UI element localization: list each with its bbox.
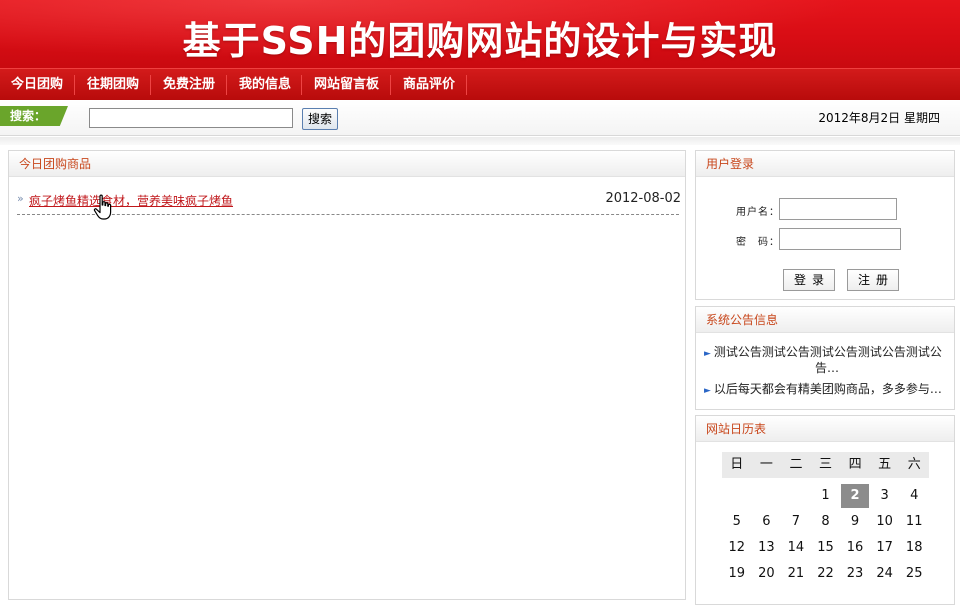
weekday-fri: 五 — [878, 457, 892, 472]
calendar-day[interactable]: 5 — [722, 510, 752, 534]
weekday-tue: 二 — [789, 457, 803, 472]
search-bar: 搜索： 搜索 2012年8月2日 星期四 — [0, 100, 960, 136]
nav-today-groupbuy[interactable]: 今日团购 — [11, 69, 63, 101]
nav-past-groupbuy[interactable]: 往期团购 — [87, 69, 139, 101]
weekday-sat: 六 — [907, 457, 921, 472]
product-date: 2012-08-02 — [605, 191, 681, 206]
calendar-day[interactable]: 6 — [752, 510, 782, 534]
weekday-sun: 日 — [730, 457, 744, 472]
nav-divider — [301, 75, 302, 95]
calendar-day[interactable]: 21 — [781, 562, 811, 586]
calendar-day[interactable]: 25 — [899, 562, 929, 586]
nav-message-board[interactable]: 网站留言板 — [314, 69, 379, 101]
divider-band — [0, 137, 960, 145]
site-title: 基于SSH的团购网站的设计与实现 — [182, 19, 778, 63]
search-input[interactable] — [89, 108, 293, 128]
calendar-day[interactable]: 13 — [752, 536, 782, 560]
product-link[interactable]: 疯子烤鱼精选食材，营养美味疯子烤鱼 — [29, 192, 233, 209]
system-notice-title: 系统公告信息 — [696, 307, 954, 333]
user-login-panel: 用户登录 用户名： 密 码： 登录 注册 — [695, 150, 955, 300]
notice-item[interactable]: ► 以后每天都会有精美团购商品，多多参与… — [704, 382, 949, 398]
username-field[interactable] — [779, 198, 897, 220]
user-login-title: 用户登录 — [696, 151, 954, 177]
calendar-day[interactable]: 11 — [899, 510, 929, 534]
weekday-thu: 四 — [848, 457, 862, 472]
double-arrow-icon: » — [17, 192, 24, 205]
arrow-bullet-icon: ► — [704, 349, 711, 359]
calendar-day[interactable]: 9 — [840, 510, 870, 534]
notice-text-line1: 测试公告测试公告测试公告测试公告测试公 — [713, 345, 942, 359]
nav-product-review[interactable]: 商品评价 — [403, 69, 455, 101]
login-button[interactable]: 登录 — [783, 269, 835, 291]
calendar-day[interactable]: 4 — [899, 484, 929, 508]
main-nav: 今日团购 往期团购 免费注册 我的信息 网站留言板 商品评价 — [0, 68, 960, 100]
calendar-empty-cell — [752, 484, 782, 508]
calendar-day[interactable]: 16 — [840, 536, 870, 560]
notice-item[interactable]: ► 测试公告测试公告测试公告测试公告测试公 告… — [704, 345, 944, 375]
calendar-day[interactable]: 20 — [752, 562, 782, 586]
calendar-day[interactable]: 18 — [899, 536, 929, 560]
calendar-day[interactable]: 23 — [840, 562, 870, 586]
calendar-day[interactable]: 12 — [722, 536, 752, 560]
calendar-empty-cell — [781, 484, 811, 508]
weekday-mon: 一 — [759, 457, 773, 472]
password-label: 密 码： — [736, 237, 780, 248]
calendar-day[interactable]: 17 — [870, 536, 900, 560]
site-calendar-panel: 网站日历表 日 一 二 三 四 五 六 1 2 3 4 5 6 7 8 9 10 11 12 13 14 1… — [695, 415, 955, 605]
username-label: 用户名： — [736, 207, 780, 218]
calendar-day[interactable]: 7 — [781, 510, 811, 534]
search-tag-label: 搜索： — [0, 106, 68, 126]
calendar-day[interactable]: 8 — [811, 510, 841, 534]
register-button[interactable]: 注册 — [847, 269, 899, 291]
password-field[interactable] — [779, 228, 901, 250]
calendar-day[interactable]: 19 — [722, 562, 752, 586]
system-notice-panel: 系统公告信息 ► 测试公告测试公告测试公告测试公告测试公 告… ► 以后每天都会有精… — [695, 306, 955, 410]
calendar-day-today[interactable]: 2 — [841, 484, 869, 508]
calendar-day[interactable]: 10 — [870, 510, 900, 534]
search-button[interactable]: 搜索 — [302, 108, 338, 130]
current-date: 2012年8月2日 星期四 — [818, 111, 940, 125]
calendar-day[interactable]: 24 — [870, 562, 900, 586]
nav-my-info[interactable]: 我的信息 — [239, 69, 291, 101]
site-calendar-title: 网站日历表 — [696, 416, 954, 442]
site-banner: 基于SSH的团购网站的设计与实现 — [0, 0, 960, 68]
hand-cursor-icon — [93, 194, 112, 220]
arrow-bullet-icon: ► — [704, 386, 711, 396]
calendar-empty-cell — [722, 484, 752, 508]
calendar-weekday-row: 日 一 二 三 四 五 六 — [722, 452, 929, 478]
product-row: » 疯子烤鱼精选食材，营养美味疯子烤鱼 2012-08-02 — [17, 191, 681, 215]
nav-divider — [74, 75, 75, 95]
notice-text: 以后每天都会有精美团购商品，多多参与… — [713, 382, 942, 396]
calendar-day[interactable]: 3 — [870, 484, 900, 508]
nav-divider — [226, 75, 227, 95]
calendar-day[interactable]: 22 — [811, 562, 841, 586]
calendar-day[interactable]: 15 — [811, 536, 841, 560]
calendar-day[interactable]: 14 — [781, 536, 811, 560]
nav-divider — [390, 75, 391, 95]
today-products-title: 今日团购商品 — [9, 151, 685, 177]
weekday-wed: 三 — [819, 457, 833, 472]
nav-free-register[interactable]: 免费注册 — [163, 69, 215, 101]
nav-divider — [466, 75, 467, 95]
notice-text-line2: 告… — [814, 361, 839, 375]
calendar-day[interactable]: 1 — [811, 484, 841, 508]
calendar-grid: 1 2 3 4 5 6 7 8 9 10 11 12 13 14 15 16 17 18 19 20 21 22 23 24 2… — [722, 484, 929, 586]
nav-divider — [150, 75, 151, 95]
